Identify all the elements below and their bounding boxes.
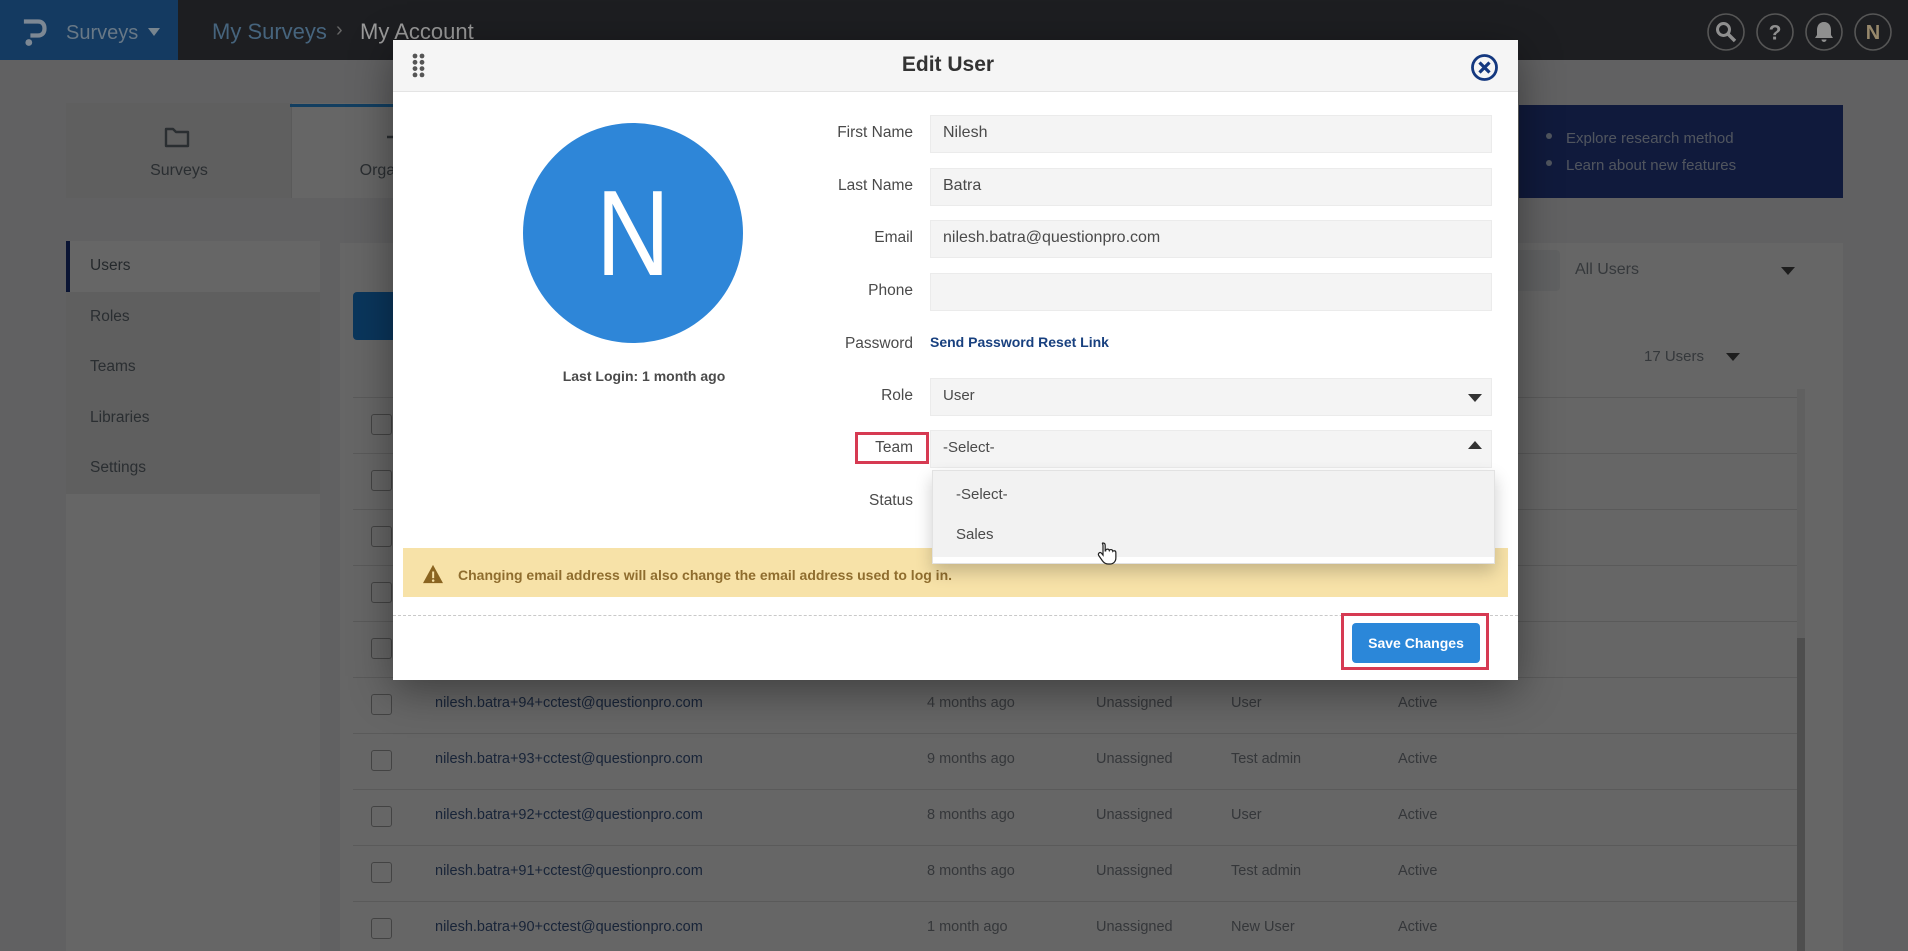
- svg-text:?: ?: [1769, 22, 1782, 45]
- svg-text:N: N: [1866, 22, 1880, 44]
